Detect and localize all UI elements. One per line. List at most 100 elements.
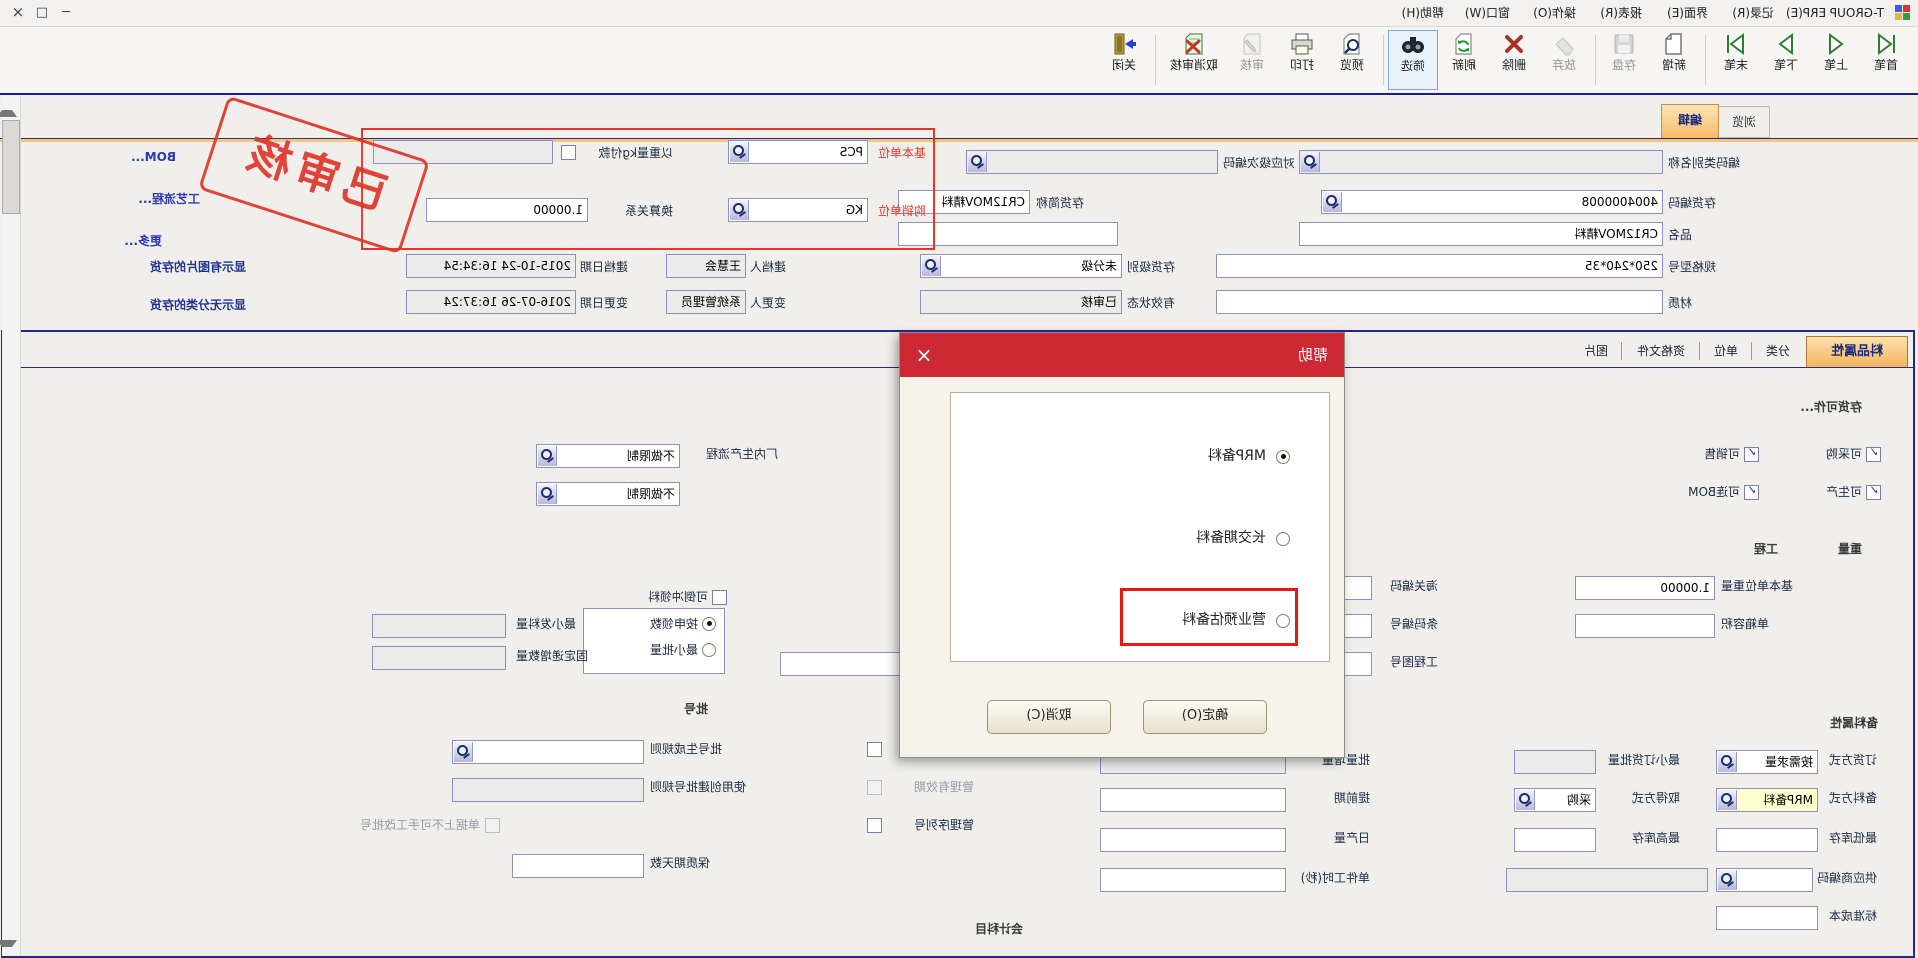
new-button[interactable]: 新增 bbox=[1650, 30, 1698, 88]
audit-button: 审核 bbox=[1228, 30, 1276, 88]
unit-time-input[interactable] bbox=[1100, 868, 1286, 892]
backflush-checkbox[interactable] bbox=[712, 590, 727, 605]
delete-button[interactable]: 删除 bbox=[1490, 30, 1538, 88]
purchasable-label: 可采购 bbox=[1826, 441, 1862, 467]
tab-picture[interactable]: 图片 bbox=[1574, 336, 1618, 366]
minimize-button[interactable]: ─ bbox=[54, 3, 78, 23]
scrollbar-thumb[interactable] bbox=[2, 120, 20, 214]
lookup-icon[interactable] bbox=[1323, 192, 1342, 212]
link-show-pictured[interactable]: 显示有图片的存货 bbox=[150, 258, 246, 275]
spec-input[interactable]: 250*240*35 bbox=[1216, 254, 1663, 278]
by-requisition-radio[interactable] bbox=[702, 617, 716, 631]
manage-serial-checkbox[interactable] bbox=[867, 818, 882, 833]
std-cost-label: 标准成本 bbox=[1829, 903, 1877, 929]
manage-serial-label: 管理序列号 bbox=[914, 812, 974, 838]
prepare-mode-input[interactable]: MRP备料 bbox=[1716, 788, 1818, 812]
cancel-button[interactable]: 取消(C) bbox=[987, 700, 1111, 734]
close-icon[interactable]: × bbox=[910, 341, 938, 369]
vertical-scrollbar[interactable] bbox=[2, 96, 21, 956]
lookup-icon[interactable] bbox=[538, 446, 557, 466]
menu-help[interactable]: 帮助(H) bbox=[1396, 0, 1450, 26]
window-close-button[interactable]: × bbox=[6, 3, 30, 23]
mrp-prepare-radio[interactable] bbox=[1276, 450, 1290, 464]
menu-interface[interactable]: 界面(E) bbox=[1661, 0, 1714, 26]
tab-item-properties[interactable]: 料品属性 bbox=[1806, 336, 1908, 368]
lookup-icon[interactable] bbox=[454, 742, 473, 762]
tab-classification[interactable]: 分类 bbox=[1756, 336, 1800, 366]
base-unit-input[interactable]: PCS bbox=[728, 140, 868, 164]
bom-linkable-checkbox[interactable] bbox=[1744, 485, 1759, 500]
preview-button[interactable]: 预览 bbox=[1328, 30, 1376, 88]
cancel-audit-button[interactable]: 取消审核 bbox=[1162, 30, 1226, 88]
conversion-input[interactable]: 1.00000 bbox=[426, 198, 588, 222]
preview-icon bbox=[1339, 32, 1365, 56]
link-bom[interactable]: BOM... bbox=[131, 150, 176, 164]
scroll-down-icon[interactable] bbox=[0, 940, 17, 955]
filter-button[interactable]: 筛选 bbox=[1388, 30, 1438, 90]
lookup-icon[interactable] bbox=[1718, 752, 1737, 772]
inv-code-input[interactable]: 4004000008 bbox=[1321, 190, 1663, 214]
print-button[interactable]: 打印 bbox=[1278, 30, 1326, 88]
link-more[interactable]: 更多... bbox=[124, 232, 162, 249]
refresh-button[interactable]: 刷新 bbox=[1440, 30, 1488, 88]
unit-weight-input[interactable]: 1.00000 bbox=[1575, 576, 1715, 600]
factory-flow-input-2[interactable]: 不做限制 bbox=[536, 482, 680, 506]
order-mode-input[interactable]: 按需求量 bbox=[1716, 750, 1818, 774]
lead-time-input[interactable] bbox=[1100, 788, 1286, 812]
acquire-mode-input[interactable]: 采购 bbox=[1514, 788, 1596, 812]
dialog-title-bar[interactable]: 帮助 × bbox=[900, 333, 1344, 377]
std-cost-input[interactable] bbox=[1716, 906, 1818, 930]
inv-level-input[interactable]: 未分级 bbox=[920, 254, 1122, 278]
min-batch-radio[interactable] bbox=[702, 643, 716, 657]
lookup-icon[interactable] bbox=[538, 484, 557, 504]
menu-window[interactable]: 窗口(W) bbox=[1459, 0, 1516, 26]
lookup-icon[interactable] bbox=[1718, 790, 1737, 810]
pay-by-weight-checkbox[interactable] bbox=[561, 145, 576, 160]
lookup-icon[interactable] bbox=[730, 200, 749, 220]
menu-report[interactable]: 报表(R) bbox=[1594, 0, 1648, 26]
maximize-button[interactable]: □ bbox=[30, 3, 54, 23]
min-stock-input[interactable] bbox=[1716, 828, 1818, 852]
link-process[interactable]: 工艺流程... bbox=[138, 190, 200, 207]
box-volume-input[interactable] bbox=[1575, 614, 1715, 638]
lookup-icon[interactable] bbox=[922, 256, 941, 276]
scroll-up-icon[interactable] bbox=[0, 102, 17, 117]
code-class-input[interactable] bbox=[1299, 150, 1663, 174]
menu-record[interactable]: 记录(R) bbox=[1726, 0, 1780, 26]
refresh-icon bbox=[1451, 32, 1477, 56]
prev-record-button[interactable]: 上笔 bbox=[1812, 30, 1860, 88]
item-name-input[interactable]: CR12MOV精料 bbox=[1299, 222, 1663, 246]
long-lead-prepare-radio[interactable] bbox=[1276, 532, 1290, 546]
level-code-input[interactable] bbox=[966, 150, 1218, 174]
unit-time-label: 单件工时(秒) bbox=[1301, 865, 1370, 891]
modify-date-input: 2016-07-26 16:37:24 bbox=[406, 290, 576, 314]
shelf-days-input[interactable] bbox=[512, 854, 644, 878]
lookup-icon[interactable] bbox=[1516, 790, 1535, 810]
last-record-button[interactable]: 末笔 bbox=[1712, 30, 1760, 88]
producible-checkbox[interactable] bbox=[1866, 485, 1881, 500]
lookup-icon[interactable] bbox=[968, 152, 987, 172]
factory-flow-input-1[interactable]: 不做限制 bbox=[536, 444, 680, 468]
lookup-icon[interactable] bbox=[730, 142, 749, 162]
tab-edit[interactable]: 编辑 bbox=[1661, 104, 1719, 139]
close-form-button[interactable]: 关闭 bbox=[1100, 30, 1148, 88]
menu-operate[interactable]: 操作(O) bbox=[1527, 0, 1582, 26]
manage-batch-checkbox[interactable] bbox=[867, 742, 882, 757]
material-input[interactable] bbox=[1216, 290, 1663, 314]
sellable-checkbox[interactable] bbox=[1744, 447, 1759, 462]
next-record-button[interactable]: 下笔 bbox=[1762, 30, 1810, 88]
first-record-button[interactable]: 首笔 bbox=[1862, 30, 1910, 88]
supplier-code-input[interactable] bbox=[1716, 868, 1813, 892]
link-show-unclassified[interactable]: 显示无分类的存货 bbox=[150, 296, 246, 313]
trade-unit-input[interactable]: KG bbox=[728, 198, 868, 222]
tab-browse[interactable]: 浏览 bbox=[1718, 106, 1770, 138]
menu-tgroup-erp[interactable]: T-GROUP ERP(E) bbox=[1780, 0, 1890, 26]
purchasable-checkbox[interactable] bbox=[1866, 447, 1881, 462]
lookup-icon[interactable] bbox=[1718, 870, 1737, 890]
tab-qualification-files[interactable]: 资格文件 bbox=[1626, 336, 1696, 366]
tab-unit[interactable]: 单位 bbox=[1704, 336, 1748, 366]
max-stock-input[interactable] bbox=[1514, 828, 1596, 852]
ok-button[interactable]: 确定(O) bbox=[1143, 700, 1267, 734]
daily-output-input[interactable] bbox=[1100, 828, 1286, 852]
batch-rule-input[interactable] bbox=[452, 740, 644, 764]
